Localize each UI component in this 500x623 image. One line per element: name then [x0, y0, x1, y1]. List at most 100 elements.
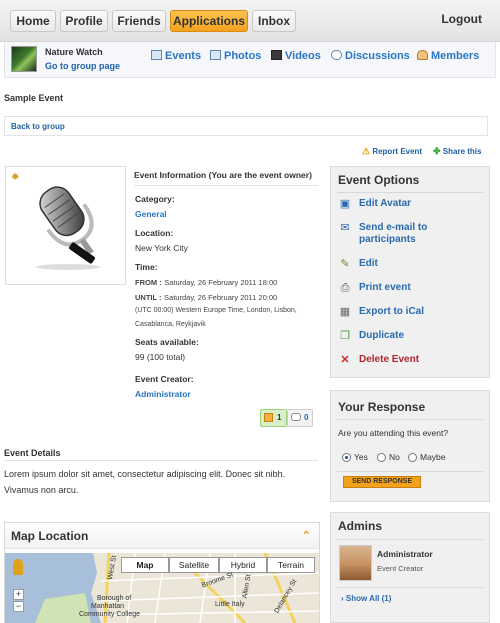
map-view[interactable]: + − Map Satellite Hybrid Terrain West St…: [5, 553, 319, 623]
group-bar: Nature Watch Go to group page Events Pho…: [4, 42, 496, 78]
map-header: Map Location ⌃: [5, 523, 319, 549]
delete-event-option[interactable]: Delete Event: [359, 354, 419, 366]
creator-label: Event Creator:: [135, 374, 194, 384]
event-avatar: ✸: [5, 166, 126, 285]
category-label: Category:: [135, 194, 175, 204]
location-value: New York City: [135, 243, 188, 253]
nav-tab-profile[interactable]: Profile: [60, 10, 108, 32]
divider: [4, 460, 318, 461]
back-bar: Back to group: [4, 116, 488, 136]
calendar-icon: [151, 50, 162, 60]
creator-link[interactable]: Administrator: [135, 389, 191, 399]
group-avatar[interactable]: [11, 46, 37, 72]
time-label: Time:: [135, 262, 158, 272]
map-location-panel: Map Location ⌃ + − Map Satellite Hybrid …: [4, 522, 320, 623]
comments-count: 0: [304, 413, 309, 422]
print-event-option[interactable]: Print event: [359, 282, 411, 294]
location-label: Location:: [135, 228, 174, 238]
nav-tab-inbox[interactable]: Inbox: [252, 10, 296, 32]
attending-question: Are you attending this event?: [338, 428, 449, 438]
event-details-text: Lorem ipsum dolor sit amet, consectetur …: [4, 466, 316, 498]
attending-counter[interactable]: 1: [260, 409, 287, 427]
award-icon: ✸: [11, 172, 20, 183]
your-response-title: Your Response: [338, 400, 426, 414]
event-options-panel: Event Options ▣ Edit Avatar ✉ Send e-mai…: [330, 166, 490, 378]
duplicate-icon: ❐: [340, 330, 350, 342]
nav-tab-applications[interactable]: Applications: [170, 10, 248, 32]
radio-maybe[interactable]: [408, 453, 417, 462]
zoom-in-icon[interactable]: +: [13, 589, 24, 600]
page-title: Sample Event: [4, 93, 64, 103]
zoom-out-icon[interactable]: −: [13, 601, 24, 612]
map-label: Manhattan: [91, 603, 125, 610]
event-info-heading: Event Information (You are the event own…: [134, 170, 318, 186]
members-icon: [417, 50, 428, 60]
radio-yes-label: Yes: [354, 452, 368, 462]
logout-link[interactable]: Logout: [441, 12, 482, 26]
from-value: Saturday, 26 February 2011 18:00: [164, 278, 278, 287]
share-link[interactable]: ✤ Share this: [433, 146, 481, 157]
radio-yes[interactable]: [342, 453, 351, 462]
from-label: FROM :: [135, 278, 162, 287]
edit-avatar-option[interactable]: Edit Avatar: [359, 198, 411, 210]
calendar-export-icon: ▦: [339, 306, 351, 318]
map-type-satellite[interactable]: Satellite: [169, 557, 219, 573]
duplicate-option[interactable]: Duplicate: [359, 330, 404, 342]
comment-icon: [291, 413, 301, 421]
chevron-up-icon[interactable]: ⌃: [302, 529, 311, 542]
admins-title: Admins: [338, 519, 383, 533]
avatar[interactable]: [339, 545, 372, 581]
category-link[interactable]: General: [135, 209, 167, 219]
map-type-hybrid[interactable]: Hybrid: [219, 557, 267, 573]
send-email-label: participants: [359, 234, 416, 245]
map-label: Borough of: [97, 595, 132, 602]
show-all-label: Show All (1): [345, 594, 392, 603]
group-tab-discussions[interactable]: Discussions: [331, 50, 410, 62]
export-ical-option[interactable]: Export to iCal: [359, 306, 424, 318]
report-event-link[interactable]: ⚠ Report Event: [362, 146, 422, 157]
edit-option[interactable]: Edit: [359, 258, 378, 270]
discussion-icon: [331, 50, 342, 60]
details-line: Lorem ipsum dolor sit amet, consectetur …: [4, 469, 286, 479]
nav-tab-home[interactable]: Home: [10, 10, 56, 32]
send-email-label: Send e-mail to: [359, 222, 428, 233]
map-type-map[interactable]: Map: [121, 557, 169, 573]
group-tab-photos[interactable]: Photos: [210, 50, 261, 62]
divider: [337, 419, 483, 420]
time-until: UNTIL : Saturday, 26 February 2011 20:00: [135, 292, 277, 302]
map-label: Little Italy: [215, 601, 245, 608]
report-event-label: Report Event: [372, 147, 423, 156]
pegman-icon[interactable]: [13, 559, 23, 575]
group-tab-events[interactable]: Events: [151, 50, 201, 62]
admin-name[interactable]: Administrator: [377, 549, 433, 559]
event-details-title: Event Details: [4, 448, 61, 458]
video-icon: [271, 50, 282, 60]
nav-tab-friends[interactable]: Friends: [112, 10, 166, 32]
event-options-title: Event Options: [338, 173, 420, 187]
map-title: Map Location: [11, 529, 89, 543]
microphone-icon: [36, 186, 100, 270]
group-tab-label: Members: [431, 50, 480, 62]
attending-count: 1: [277, 413, 282, 422]
seats-value: 99 (100 total): [135, 352, 186, 362]
comments-counter[interactable]: 0: [287, 409, 313, 427]
time-from: FROM : Saturday, 26 February 2011 18:00: [135, 277, 277, 287]
divider: [337, 587, 483, 588]
go-to-group-link[interactable]: Go to group page: [45, 61, 120, 71]
photo-icon: [210, 50, 221, 60]
chevron-right-icon: ›: [341, 594, 344, 603]
admin-role: Event Creator: [377, 564, 424, 573]
map-type-terrain[interactable]: Terrain: [267, 557, 315, 573]
radio-no[interactable]: [377, 453, 386, 462]
show-all-link[interactable]: › Show All (1): [341, 594, 391, 603]
details-line: Vivamus non arcu.: [4, 485, 79, 495]
group-name: Nature Watch: [45, 47, 103, 57]
group-tab-members[interactable]: Members: [417, 50, 479, 62]
pencil-icon: ✎: [340, 258, 350, 270]
group-tab-label: Photos: [224, 50, 262, 62]
group-tab-videos[interactable]: Videos: [271, 50, 321, 62]
back-to-group-link[interactable]: Back to group: [11, 122, 65, 131]
group-tab-label: Events: [165, 50, 202, 62]
send-email-option[interactable]: Send e-mail to participants: [359, 222, 427, 246]
send-response-button[interactable]: SEND RESPONSE: [343, 476, 421, 488]
